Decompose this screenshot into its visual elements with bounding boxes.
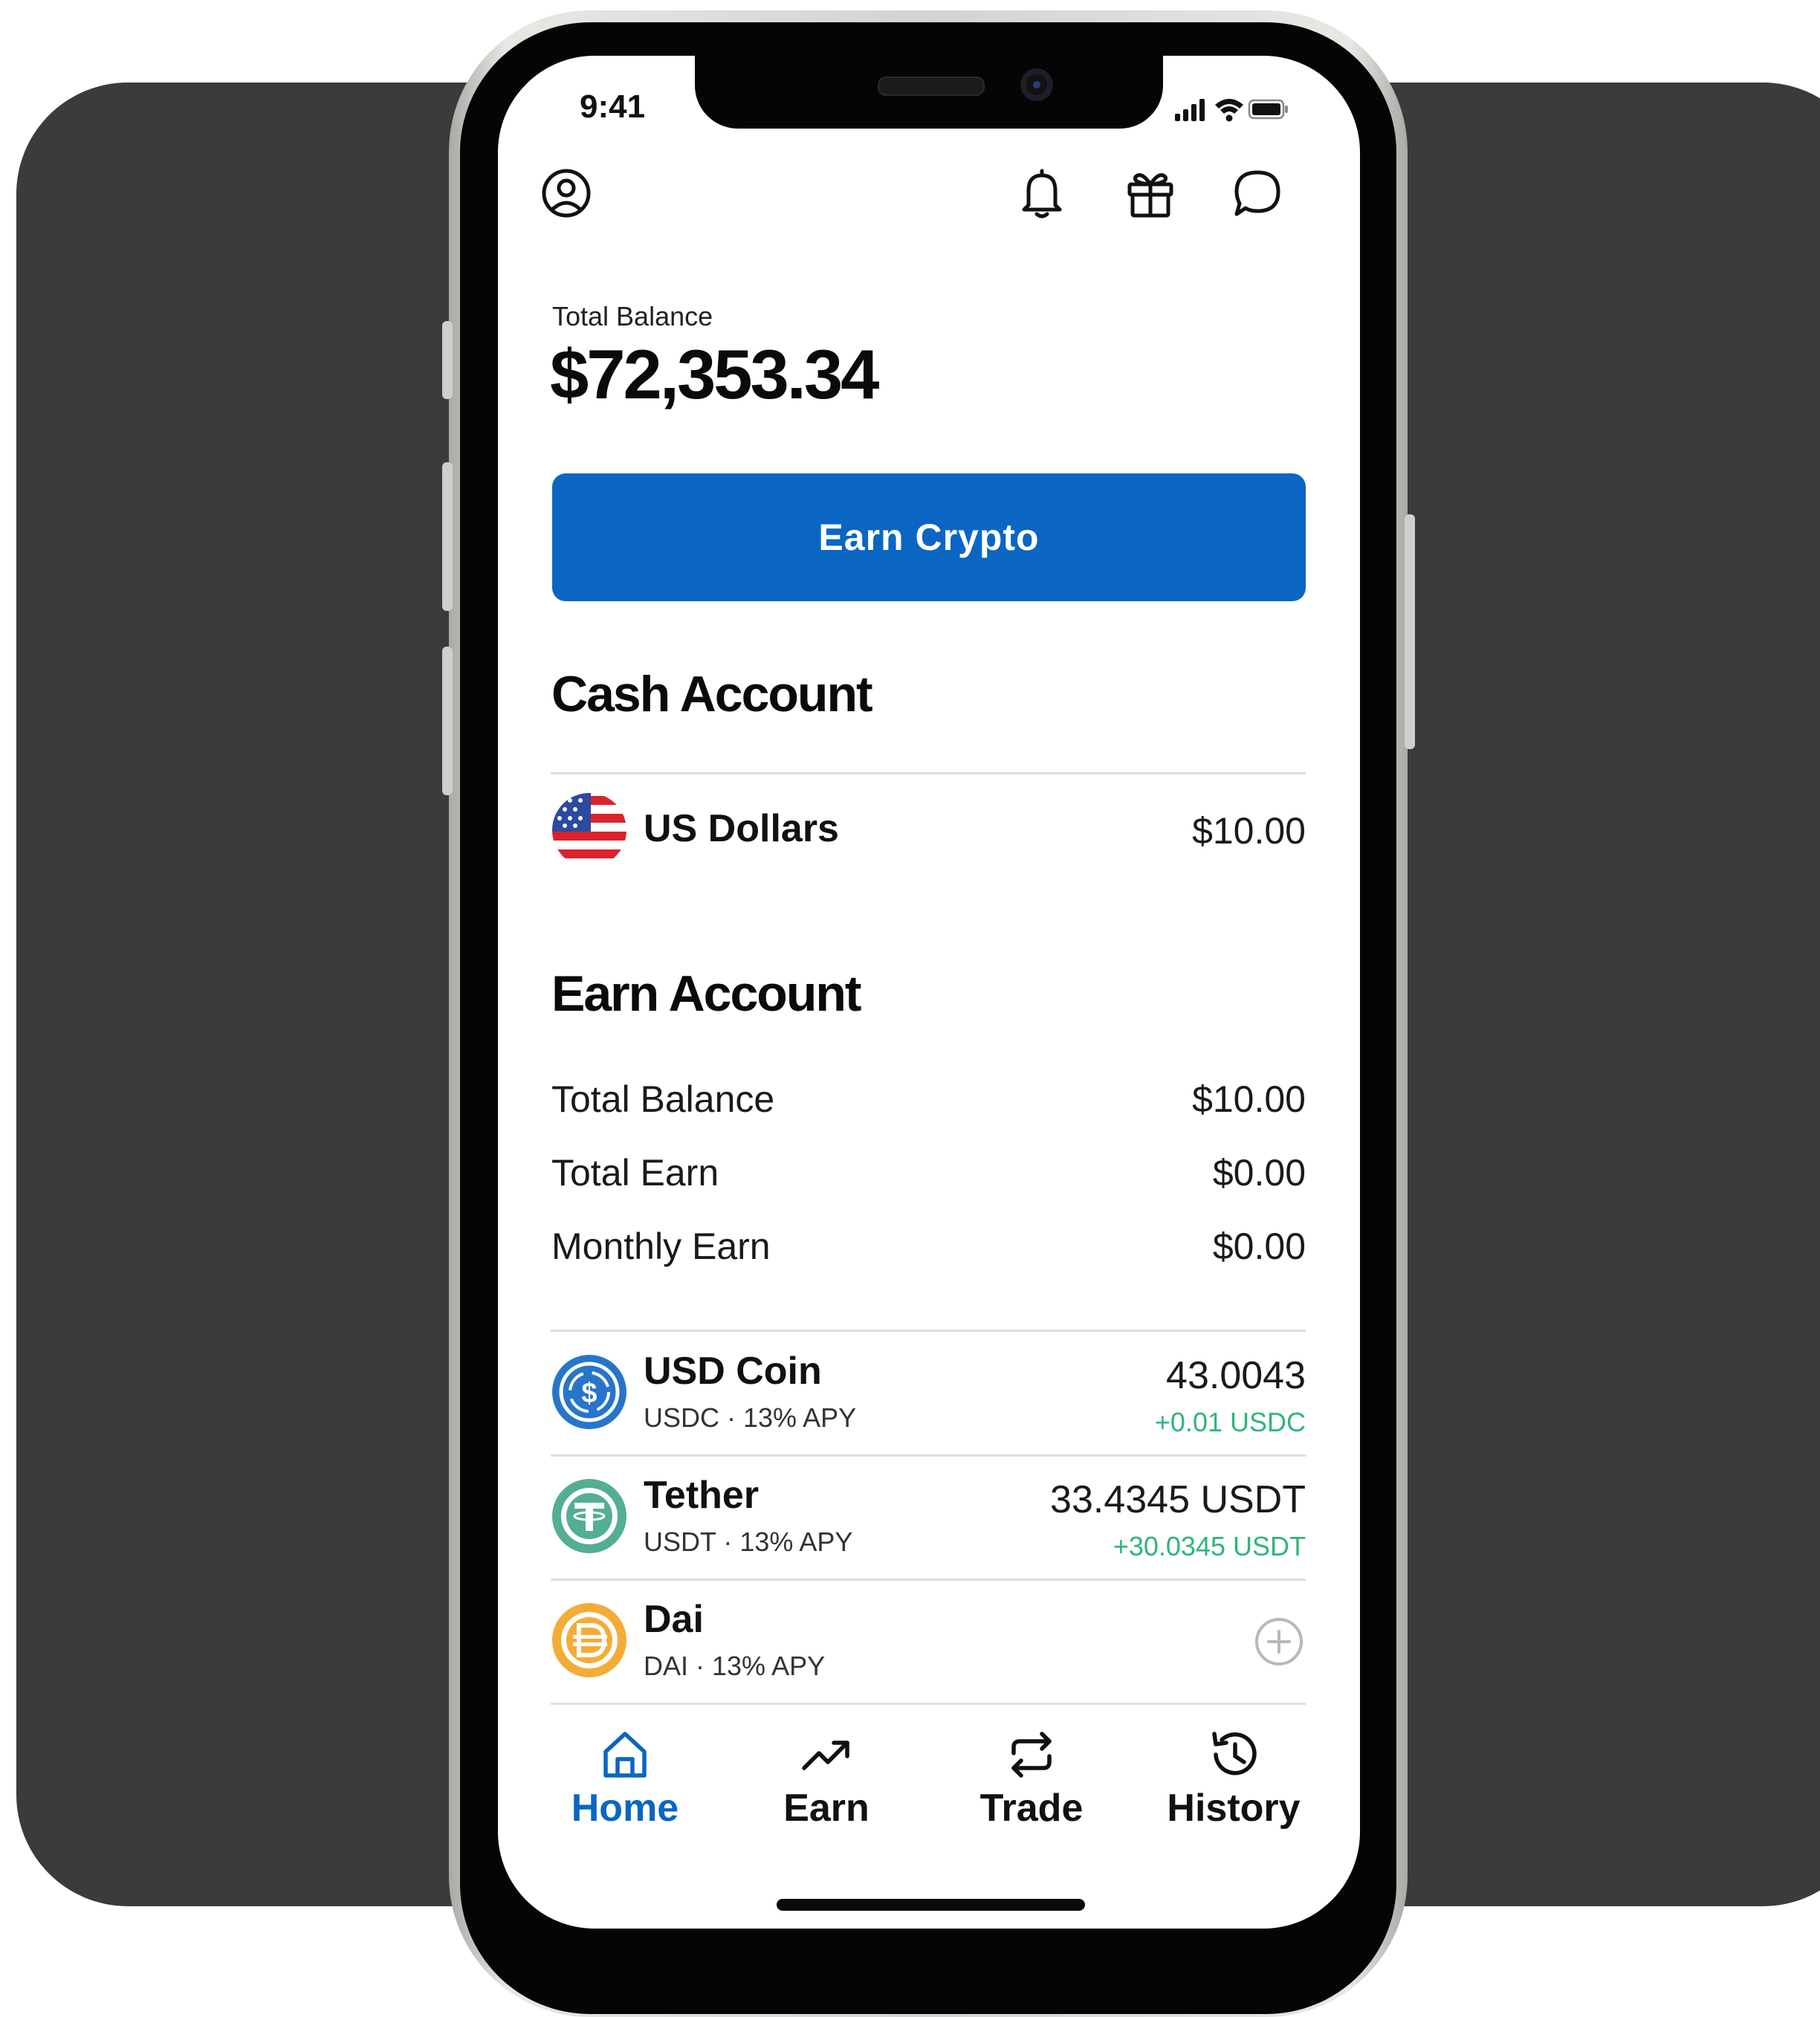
- nav-trade[interactable]: Trade: [942, 1720, 1121, 1839]
- asset-subtitle: DAI · 13% APY: [644, 1651, 826, 1681]
- total-balance-label: Total Balance: [552, 301, 713, 331]
- tether-coin-icon: [551, 1477, 628, 1555]
- nav-label-earn: Earn: [783, 1787, 869, 1830]
- gift-icon[interactable]: [1121, 164, 1180, 223]
- earn-crypto-button[interactable]: Earn Crypto: [552, 473, 1306, 601]
- battery-icon: [1248, 99, 1288, 120]
- asset-amount: 33.4345 USDT: [1050, 1478, 1306, 1521]
- bottom-nav: Home Earn Trade History: [498, 1720, 1360, 1869]
- earn-account-title: Earn Account: [551, 965, 862, 1022]
- add-asset-icon[interactable]: [1252, 1615, 1306, 1668]
- status-icons: [1170, 94, 1289, 124]
- swap-icon: [1011, 1732, 1052, 1778]
- total-balance-value: $72,353.34: [550, 335, 879, 413]
- nav-label-home: Home: [571, 1787, 679, 1830]
- side-button-volume-down: [442, 647, 453, 795]
- nav-earn[interactable]: Earn: [737, 1720, 916, 1839]
- side-button-volume-up: [442, 462, 453, 611]
- home-icon: [603, 1732, 647, 1778]
- phone-screen: 9:41 Total Balance $72,353.34 Earn Crypt…: [498, 56, 1360, 1929]
- divider: [551, 1579, 1306, 1581]
- speaker-grille: [878, 77, 985, 96]
- asset-row-dai[interactable]: Dai DAI · 13% APY: [498, 1597, 1360, 1701]
- chat-icon[interactable]: [1228, 164, 1287, 223]
- asset-name: USD Coin: [644, 1350, 822, 1393]
- cash-item-value: $10.00: [1192, 810, 1306, 852]
- notch: [695, 56, 1163, 129]
- nav-label-trade: Trade: [979, 1787, 1084, 1830]
- side-button-silent: [442, 321, 453, 399]
- bell-icon[interactable]: [1012, 164, 1072, 223]
- divider: [551, 1330, 1306, 1332]
- usdc-coin-icon: $: [551, 1353, 628, 1431]
- cash-account-title: Cash Account: [551, 666, 873, 722]
- summary-label-monthly-earn: Monthly Earn: [551, 1226, 771, 1267]
- asset-gain: +30.0345 USDT: [1113, 1531, 1306, 1561]
- asset-subtitle: USDT · 13% APY: [644, 1526, 853, 1557]
- asset-amount: 43.0043: [1166, 1354, 1306, 1397]
- wifi-icon: [1215, 99, 1243, 122]
- divider: [551, 772, 1306, 774]
- profile-icon[interactable]: [537, 164, 596, 223]
- us-flag-icon: [551, 791, 628, 869]
- cash-row-us-dollars[interactable]: US Dollars $10.00: [498, 791, 1360, 881]
- summary-label-total-balance: Total Balance: [551, 1078, 775, 1120]
- status-time: 9:41: [580, 88, 646, 125]
- history-icon: [1212, 1732, 1257, 1775]
- side-button-power: [1405, 514, 1415, 749]
- cash-item-name: US Dollars: [644, 807, 839, 850]
- signal-icon: [1175, 99, 1205, 121]
- svg-text:$: $: [581, 1378, 597, 1409]
- summary-value-total-earn: $0.00: [1212, 1152, 1306, 1194]
- nav-history[interactable]: History: [1144, 1720, 1323, 1839]
- nav-label-history: History: [1167, 1787, 1301, 1830]
- asset-row-usdc[interactable]: $ USD Coin USDC · 13% APY 43.0043 +0.01 …: [498, 1349, 1360, 1453]
- home-indicator[interactable]: [777, 1899, 1085, 1911]
- asset-row-tether[interactable]: Tether USDT · 13% APY 33.4345 USDT +30.0…: [498, 1473, 1360, 1577]
- summary-label-total-earn: Total Earn: [551, 1152, 719, 1194]
- asset-subtitle: USDC · 13% APY: [644, 1402, 857, 1433]
- trending-up-icon: [802, 1741, 849, 1770]
- dai-coin-icon: [551, 1602, 628, 1679]
- nav-home[interactable]: Home: [536, 1720, 714, 1839]
- summary-value-monthly-earn: $0.00: [1212, 1226, 1306, 1267]
- asset-gain: +0.01 USDC: [1154, 1407, 1306, 1437]
- front-camera: [1020, 68, 1053, 101]
- asset-name: Tether: [644, 1474, 760, 1517]
- summary-value-total-balance: $10.00: [1192, 1078, 1306, 1120]
- divider: [551, 1703, 1306, 1705]
- divider: [551, 1454, 1306, 1457]
- asset-name: Dai: [644, 1598, 704, 1641]
